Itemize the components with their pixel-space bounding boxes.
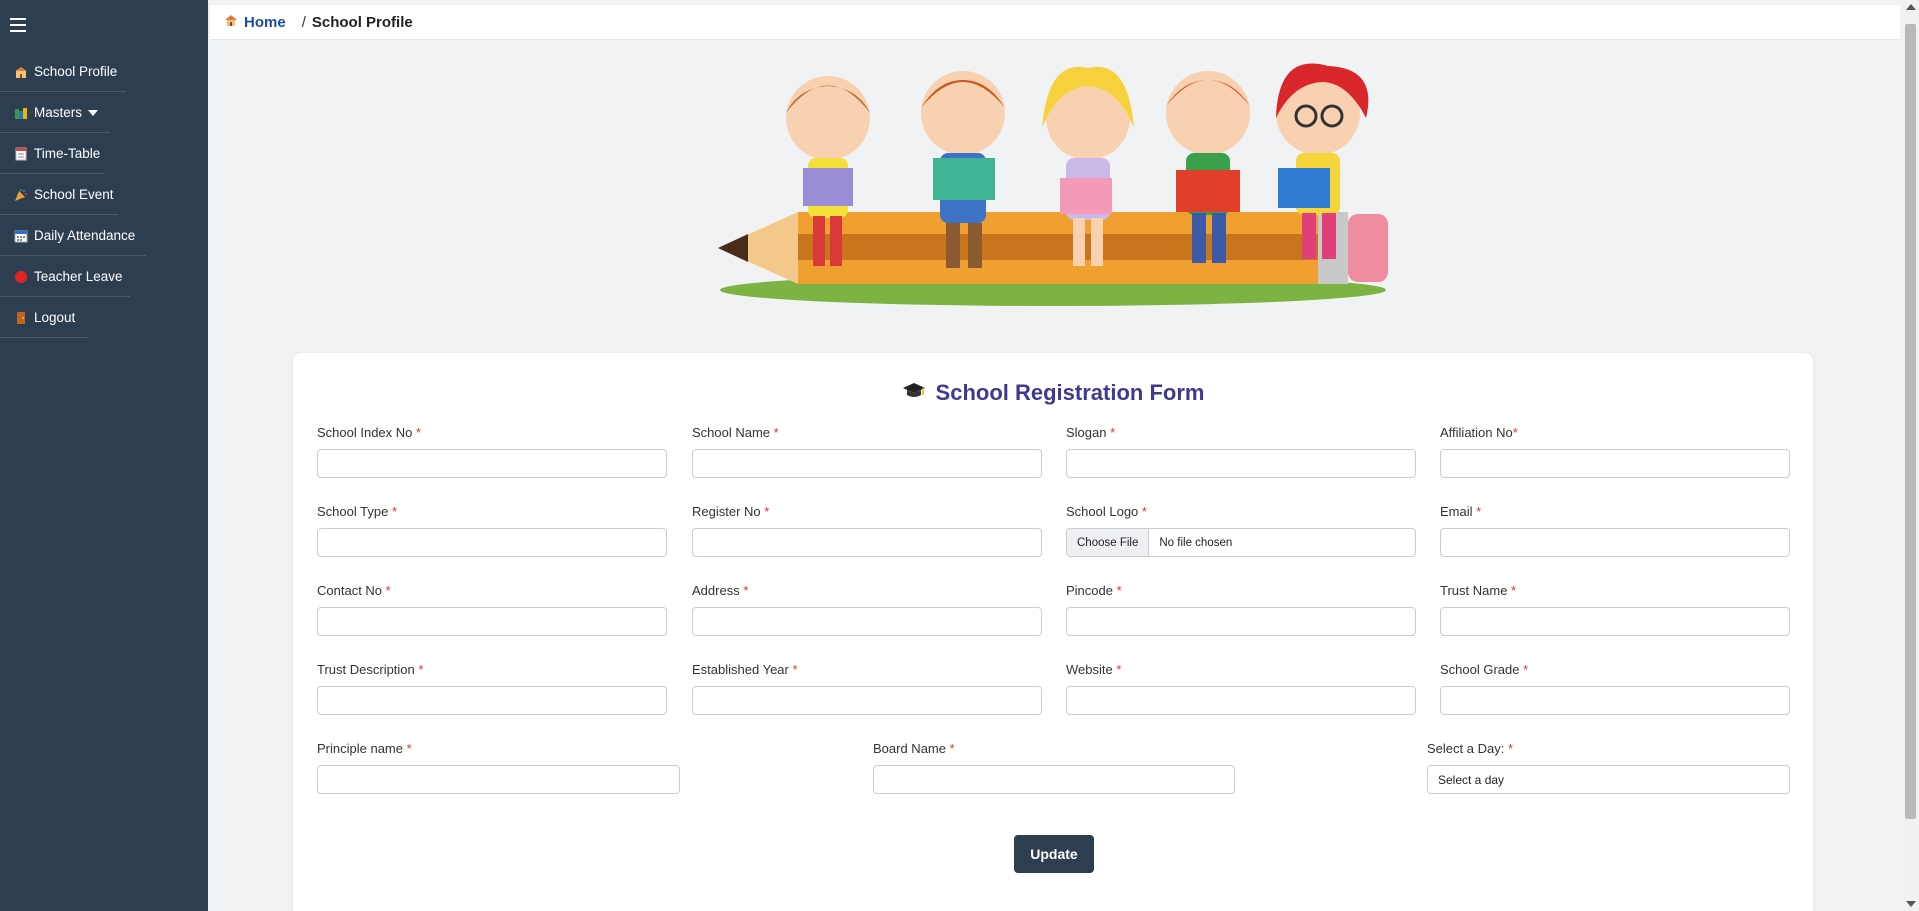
board-name-label: Board Name *	[873, 741, 955, 756]
books-icon	[14, 106, 28, 120]
school-type-group: School Type *	[317, 504, 667, 557]
breadcrumb-home-link[interactable]: Home	[244, 14, 286, 31]
established-year-label: Established Year *	[692, 662, 798, 677]
trust-name-label: Trust Name *	[1440, 583, 1517, 598]
sidebar-item-label: Daily Attendance	[34, 228, 136, 243]
calendar-icon	[14, 229, 28, 243]
school-logo-group: School Logo * Choose File No file chosen	[1066, 504, 1416, 557]
breadcrumb-current: School Profile	[311, 13, 413, 31]
file-status: No file chosen	[1159, 536, 1233, 549]
sidebar-item-school-event[interactable]: School Event	[0, 174, 118, 215]
register-no-group: Register No *	[692, 504, 1042, 557]
slogan-label: Slogan *	[1066, 425, 1116, 440]
register-no-label: Register No *	[692, 504, 770, 519]
school-type-input[interactable]	[317, 528, 667, 557]
pincode-input[interactable]	[1066, 607, 1416, 636]
board-name-group: Board Name *	[873, 741, 1235, 794]
menu-toggle-icon[interactable]	[10, 18, 26, 32]
sidebar: School Profile Masters Time-Table School…	[0, 0, 208, 911]
red-circle-icon	[14, 270, 28, 284]
sidebar-item-label: Teacher Leave	[34, 269, 123, 284]
email-label: Email *	[1440, 504, 1482, 519]
sidebar-item-label: School Profile	[34, 64, 118, 79]
select-day-group: Select a Day: * Select a day	[1427, 741, 1790, 794]
trust-name-input[interactable]	[1440, 607, 1790, 636]
pincode-group: Pincode *	[1066, 583, 1416, 636]
school-logo-file-input[interactable]: Choose File No file chosen	[1066, 528, 1416, 557]
established-year-group: Established Year *	[692, 662, 1042, 715]
register-no-input[interactable]	[692, 528, 1042, 557]
address-group: Address *	[692, 583, 1042, 636]
timetable-icon	[14, 147, 28, 161]
board-name-input[interactable]	[873, 765, 1235, 794]
school-name-group: School Name *	[692, 425, 1042, 478]
kids-reading-illustration	[718, 58, 1392, 314]
trust-description-input[interactable]	[317, 686, 667, 715]
breadcrumb-separator: /	[301, 13, 306, 31]
door-icon	[14, 311, 28, 325]
email-input[interactable]	[1440, 528, 1790, 557]
email-group: Email *	[1440, 504, 1790, 557]
sidebar-item-school-profile[interactable]: School Profile	[0, 51, 127, 92]
slogan-group: Slogan *	[1066, 425, 1416, 478]
scroll-up-arrow-icon[interactable]	[1906, 4, 1916, 10]
trust-name-group: Trust Name *	[1440, 583, 1790, 636]
school-grade-label: School Grade *	[1440, 662, 1529, 677]
sidebar-item-label: Logout	[34, 310, 76, 325]
party-popper-icon	[14, 188, 28, 202]
address-label: Address *	[692, 583, 749, 598]
school-type-label: School Type *	[317, 504, 397, 519]
school-registration-form: School Registration Form School Index No…	[293, 353, 1813, 911]
home-icon	[224, 13, 238, 31]
school-name-input[interactable]	[692, 449, 1042, 478]
breadcrumb: Home / School Profile	[210, 5, 1900, 40]
school-index-no-input[interactable]	[317, 449, 667, 478]
address-input[interactable]	[692, 607, 1042, 636]
sidebar-item-teacher-leave[interactable]: Teacher Leave	[0, 256, 130, 297]
school-icon	[14, 65, 28, 79]
affiliation-no-label: Affiliation No*	[1440, 425, 1518, 440]
sidebar-item-logout[interactable]: Logout	[0, 297, 89, 338]
website-label: Website *	[1066, 662, 1122, 677]
school-name-label: School Name *	[692, 425, 779, 440]
school-grade-input[interactable]	[1440, 686, 1790, 715]
pincode-label: Pincode *	[1066, 583, 1122, 598]
graduation-cap-icon	[902, 381, 926, 407]
principle-name-label: Principle name *	[317, 741, 412, 756]
sidebar-item-label: Time-Table	[34, 146, 101, 161]
website-input[interactable]	[1066, 686, 1416, 715]
affiliation-no-input[interactable]	[1440, 449, 1790, 478]
established-year-input[interactable]	[692, 686, 1042, 715]
trust-description-label: Trust Description *	[317, 662, 424, 677]
contact-no-group: Contact No *	[317, 583, 667, 636]
sidebar-item-label: School Event	[34, 187, 114, 202]
update-button[interactable]: Update	[1014, 835, 1094, 873]
slogan-input[interactable]	[1066, 449, 1416, 478]
affiliation-no-group: Affiliation No*	[1440, 425, 1790, 478]
form-title: School Registration Form	[293, 380, 1813, 407]
trust-description-group: Trust Description *	[317, 662, 667, 715]
scroll-down-arrow-icon[interactable]	[1906, 901, 1916, 907]
select-day-dropdown[interactable]: Select a day	[1427, 765, 1790, 794]
sidebar-item-masters[interactable]: Masters	[0, 92, 111, 133]
chevron-down-icon	[88, 109, 99, 116]
sidebar-item-time-table[interactable]: Time-Table	[0, 133, 105, 174]
scrollbar-thumb[interactable]	[1905, 24, 1916, 819]
principle-name-group: Principle name *	[317, 741, 680, 794]
school-index-no-label: School Index No *	[317, 425, 422, 440]
school-index-no-group: School Index No *	[317, 425, 667, 478]
principle-name-input[interactable]	[317, 765, 680, 794]
school-grade-group: School Grade *	[1440, 662, 1790, 715]
page-scrollbar[interactable]	[1902, 0, 1919, 911]
contact-no-label: Contact No *	[317, 583, 391, 598]
select-day-label: Select a Day: *	[1427, 741, 1514, 756]
contact-no-input[interactable]	[317, 607, 667, 636]
choose-file-button[interactable]: Choose File	[1067, 529, 1150, 556]
website-group: Website *	[1066, 662, 1416, 715]
sidebar-item-label: Masters	[34, 105, 83, 120]
sidebar-item-daily-attendance[interactable]: Daily Attendance	[0, 215, 147, 256]
school-logo-label: School Logo *	[1066, 504, 1147, 519]
